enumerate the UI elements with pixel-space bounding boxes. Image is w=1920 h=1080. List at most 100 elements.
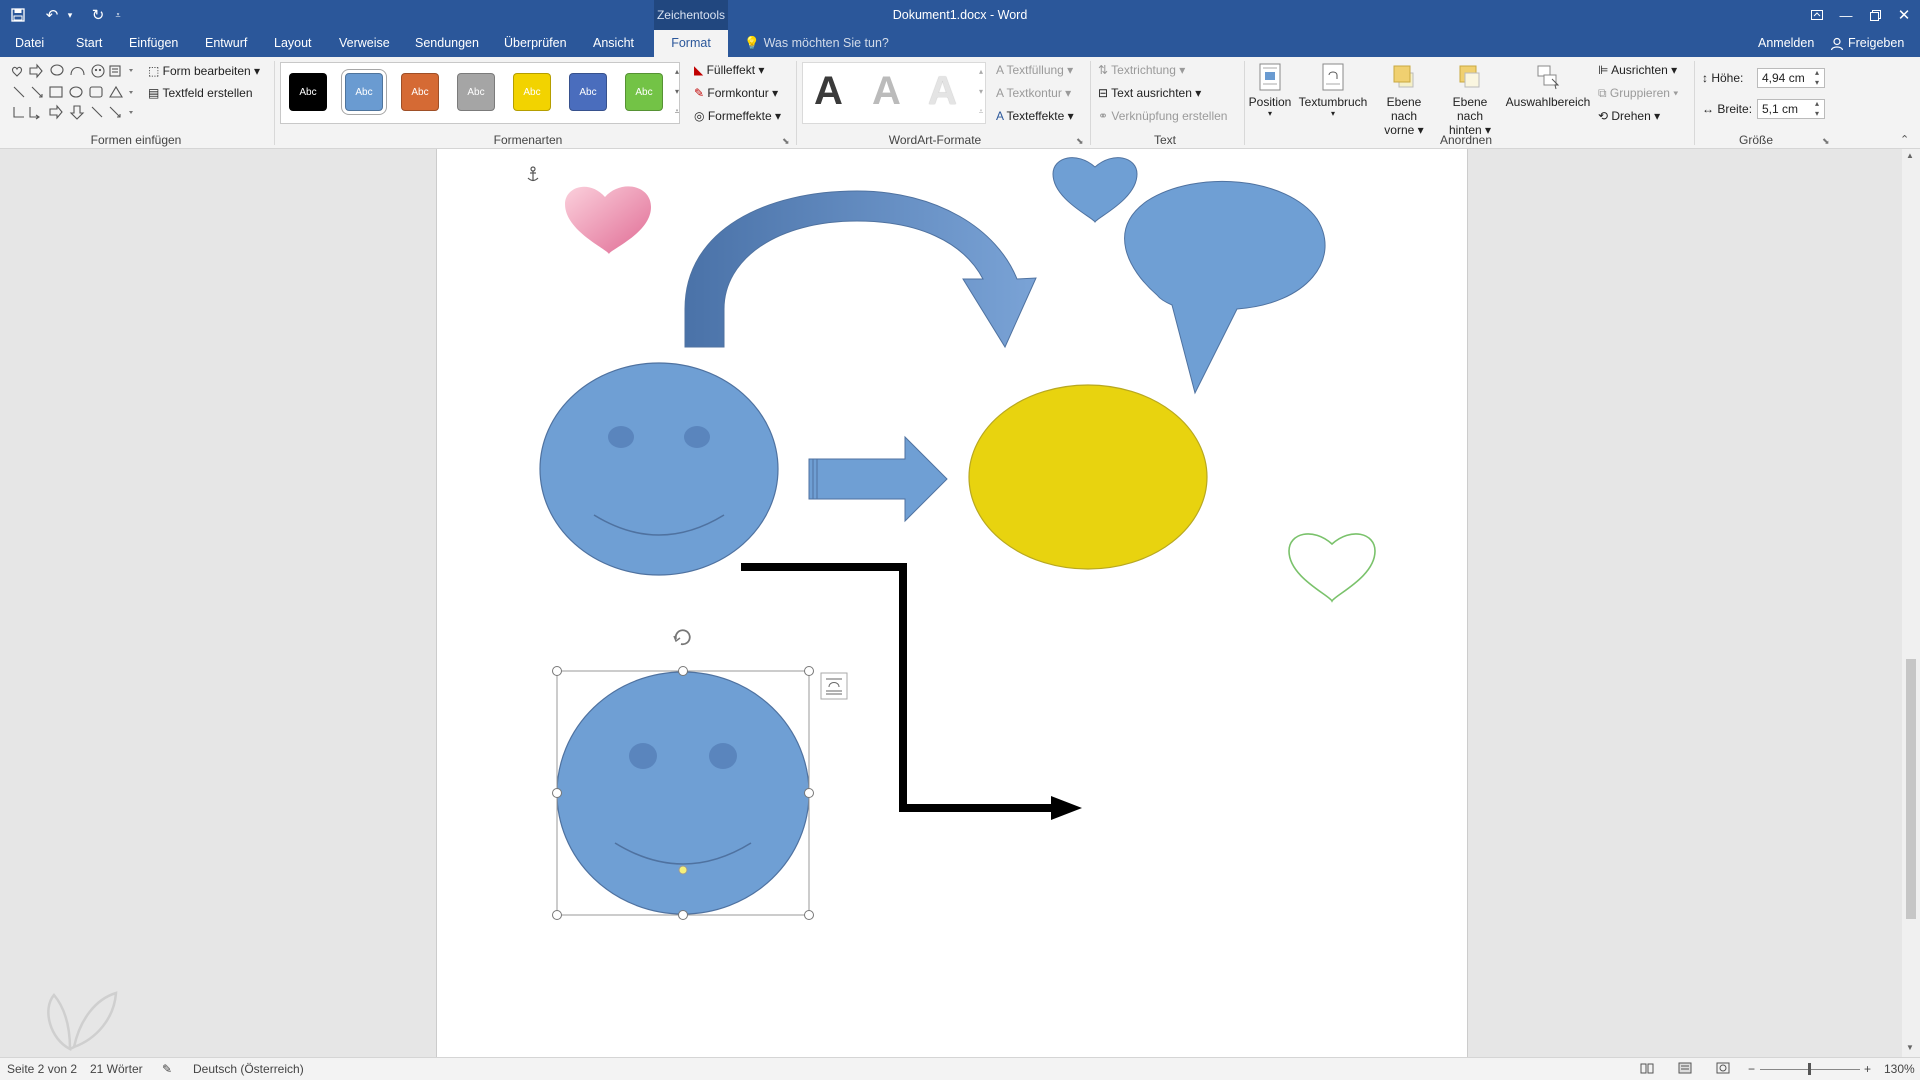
blue-heart-shape[interactable] [1052, 157, 1138, 223]
bring-forward-label-1: Ebene nach [1386, 95, 1422, 123]
shape-styles-scroll[interactable]: ▴ ▾ ⩡ [672, 62, 682, 124]
group-objects-button[interactable]: ⧉ Gruppieren ▾ [1598, 86, 1678, 101]
group-separator [1694, 61, 1695, 145]
tab-start[interactable]: Start [72, 30, 106, 57]
zoom-in-icon[interactable]: + [1864, 1062, 1871, 1076]
language-indicator[interactable]: Deutsch (Österreich) [193, 1062, 304, 1076]
yellow-ellipse-shape[interactable] [968, 384, 1208, 570]
shape-outline-button[interactable]: ✎ Formkontur ▾ [694, 86, 778, 100]
speech-bubble-shape[interactable] [1124, 180, 1326, 395]
ribbon-display-options-icon[interactable] [1802, 0, 1832, 30]
vertical-scrollbar[interactable]: ▲ ▼ [1902, 149, 1920, 1057]
curved-arrow-shape[interactable] [684, 190, 1037, 349]
smiley-face-shape[interactable] [539, 362, 779, 576]
rotation-handle-icon[interactable] [673, 629, 691, 646]
wrap-text-button[interactable]: Textumbruch ▾ [1296, 63, 1370, 118]
tab-ueberpruefen[interactable]: Überprüfen [500, 30, 571, 57]
pink-heart-shape[interactable] [565, 186, 651, 254]
share-label: Freigeben [1848, 36, 1905, 50]
position-button[interactable]: Position ▾ [1248, 63, 1292, 118]
draw-textbox-button[interactable]: ▤ Textfeld erstellen [148, 86, 253, 100]
close-icon[interactable]: ✕ [1889, 0, 1919, 30]
text-outline-button[interactable]: A Textkontur ▾ [996, 86, 1071, 100]
share-button[interactable]: Freigeben [1828, 30, 1904, 57]
selection-pane-button[interactable]: Auswahlbereich [1504, 63, 1592, 109]
shape-fill-button[interactable]: ◣ Fülleffekt ▾ [694, 63, 764, 77]
layout-options-icon[interactable] [820, 672, 848, 700]
text-direction-icon: ⇅ [1098, 63, 1112, 77]
outline-pen-icon: ✎ [694, 86, 708, 100]
collapse-ribbon-icon[interactable]: ⌃ [1900, 133, 1909, 146]
adjustment-handle[interactable] [678, 865, 688, 875]
minimize-icon[interactable]: — [1831, 0, 1861, 30]
wordart-scroll[interactable]: ▴ ▾ ⩡ [976, 62, 986, 124]
create-link-button[interactable]: ⚭ Verknüpfung erstellen [1098, 109, 1227, 123]
scroll-up-icon[interactable]: ▲ [1906, 151, 1914, 160]
width-spinner[interactable]: ▴ ▾ [1815, 99, 1819, 119]
shape-effects-icon: ◎ [694, 109, 708, 123]
right-arrow-shape[interactable] [808, 435, 948, 523]
tab-einfuegen[interactable]: Einfügen [125, 30, 182, 57]
tell-me-text: Was möchten Sie tun? [763, 36, 889, 50]
tab-datei[interactable]: Datei [11, 30, 48, 57]
read-mode-icon[interactable] [1640, 1062, 1654, 1077]
tab-format[interactable]: Format [654, 30, 728, 57]
selection-pane-icon [1537, 65, 1560, 90]
shape-style-gray[interactable]: Abc [457, 73, 495, 111]
selected-smiley-face-shape[interactable] [556, 671, 810, 915]
page-count[interactable]: Seite 2 von 2 [7, 1062, 77, 1076]
shape-style-yellow[interactable]: Abc [513, 73, 551, 111]
align-text-button[interactable]: ⊟ Text ausrichten ▾ [1098, 86, 1201, 100]
title-bar: ↶ ▾ ↻ ⩡ Zeichentools Dokument1.docx - Wo… [0, 0, 1920, 30]
tab-sendungen[interactable]: Sendungen [411, 30, 483, 57]
text-direction-button[interactable]: ⇅ Textrichtung ▾ [1098, 63, 1185, 77]
scrollbar-thumb[interactable] [1906, 659, 1916, 919]
shape-style-dark-blue[interactable]: Abc [569, 73, 607, 111]
tab-layout[interactable]: Layout [270, 30, 316, 57]
print-layout-icon[interactable] [1678, 1062, 1692, 1077]
signin-link[interactable]: Anmelden [1758, 30, 1814, 57]
word-count[interactable]: 21 Wörter [90, 1062, 143, 1076]
tab-verweise[interactable]: Verweise [335, 30, 394, 57]
tab-ansicht[interactable]: Ansicht [589, 30, 638, 57]
scroll-down-icon[interactable]: ▼ [1906, 1043, 1914, 1052]
edit-shape-label: Form bearbeiten [162, 64, 251, 78]
group-label-formen-einfuegen: Formen einfügen [90, 133, 182, 147]
rotate-label: Drehen [1611, 109, 1651, 123]
zoom-out-icon[interactable]: − [1748, 1062, 1755, 1076]
height-spinner[interactable]: ▴ ▾ [1815, 68, 1819, 88]
green-outline-heart-shape[interactable] [1288, 533, 1376, 603]
wordart-dialog-launcher-icon[interactable]: ⬊ [1076, 136, 1084, 147]
shape-style-orange[interactable]: Abc [401, 73, 439, 111]
wordart-style-3[interactable]: A [928, 69, 957, 114]
shape-gallery[interactable] [6, 63, 136, 125]
shape-style-black[interactable]: Abc [289, 73, 327, 111]
bring-forward-button[interactable]: Ebene nach vorne ▾ [1372, 63, 1436, 137]
lightbulb-icon: 💡 [744, 36, 760, 50]
tab-entwurf[interactable]: Entwurf [201, 30, 251, 57]
size-dialog-launcher-icon[interactable]: ⬊ [1822, 136, 1830, 147]
text-fill-button[interactable]: A Textfüllung ▾ [996, 63, 1073, 77]
document-page[interactable] [436, 149, 1468, 1057]
align-objects-button[interactable]: ⊫ Ausrichten ▾ [1598, 63, 1677, 77]
tell-me-search[interactable]: 💡 Was möchten Sie tun? [744, 30, 889, 57]
rotate-objects-button[interactable]: ⟲ Drehen ▾ [1598, 109, 1660, 123]
link-icon: ⚭ [1098, 109, 1112, 123]
restore-icon[interactable] [1860, 0, 1890, 30]
send-backward-button[interactable]: Ebene nach hinten ▾ [1438, 63, 1502, 137]
formenarten-dialog-launcher-icon[interactable]: ⬊ [782, 136, 790, 147]
text-outline-label: Textkontur [1006, 86, 1062, 100]
zoom-level[interactable]: 130% [1884, 1062, 1915, 1076]
shape-style-green[interactable]: Abc [625, 73, 663, 111]
edit-shape-button[interactable]: ⬚ Form bearbeiten ▾ [148, 64, 260, 78]
shape-effects-button[interactable]: ◎ Formeffekte ▾ [694, 109, 781, 123]
wordart-style-1[interactable]: A [814, 69, 843, 114]
proofing-icon[interactable]: ✎ [162, 1062, 172, 1076]
web-layout-icon[interactable] [1716, 1062, 1730, 1077]
rotate-icon: ⟲ [1598, 109, 1612, 123]
text-effects-button[interactable]: A Texteffekte ▾ [996, 109, 1074, 123]
zoom-slider-thumb[interactable] [1808, 1063, 1811, 1075]
group-label-groesse: Größe [1738, 133, 1773, 147]
shape-style-blue-selected[interactable]: Abc [345, 73, 383, 111]
wordart-style-2[interactable]: A [872, 69, 901, 114]
